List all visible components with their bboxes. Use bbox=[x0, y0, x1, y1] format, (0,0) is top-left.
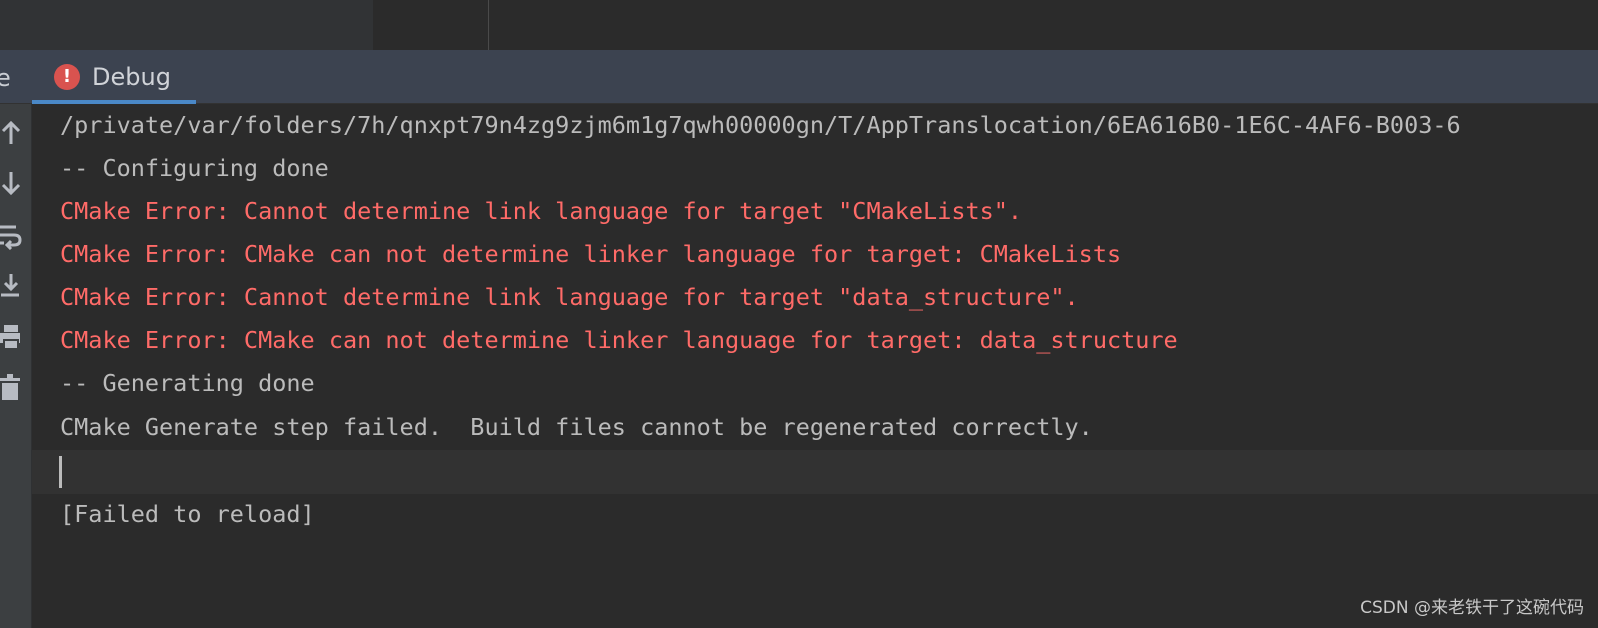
up-arrow-icon[interactable] bbox=[0, 118, 24, 148]
toolbar-divider bbox=[488, 0, 489, 50]
soft-wrap-icon[interactable] bbox=[0, 220, 24, 251]
console-line: -- Configuring done bbox=[60, 154, 329, 182]
watermark: CSDN @来老铁干了这碗代码 bbox=[1360, 598, 1584, 618]
console-line: [Failed to reload] bbox=[60, 500, 315, 528]
console-error-line: CMake Error: Cannot determine link langu… bbox=[60, 197, 1023, 225]
console-line: CMake Generate step failed. Build files … bbox=[60, 413, 1093, 441]
console-line: /private/var/folders/7h/qnxpt79n4zg9zjm6… bbox=[60, 111, 1461, 139]
down-arrow-icon[interactable] bbox=[0, 168, 24, 198]
tab-partial[interactable]: e bbox=[0, 64, 11, 92]
print-icon[interactable] bbox=[0, 322, 24, 352]
tab-debug-label: Debug bbox=[92, 63, 171, 91]
tab-debug[interactable]: ! Debug bbox=[32, 50, 196, 104]
console-error-line: CMake Error: Cannot determine link langu… bbox=[60, 283, 1079, 311]
console-line: -- Generating done bbox=[60, 369, 315, 397]
text-caret bbox=[59, 456, 62, 488]
trash-icon[interactable] bbox=[0, 372, 24, 402]
top-toolbar bbox=[0, 0, 1598, 50]
scroll-to-end-icon[interactable] bbox=[0, 270, 24, 300]
tool-window-tab-bar: e ! Debug bbox=[0, 50, 1598, 104]
console-output[interactable]: /private/var/folders/7h/qnxpt79n4zg9zjm6… bbox=[32, 104, 1598, 628]
error-icon: ! bbox=[54, 64, 80, 90]
editor-tab-area bbox=[0, 0, 373, 50]
console-error-line: CMake Error: CMake can not determine lin… bbox=[60, 240, 1122, 268]
console-toolbar bbox=[0, 104, 32, 628]
console-error-line: CMake Error: CMake can not determine lin… bbox=[60, 326, 1178, 354]
console-input-row[interactable] bbox=[32, 450, 1598, 494]
